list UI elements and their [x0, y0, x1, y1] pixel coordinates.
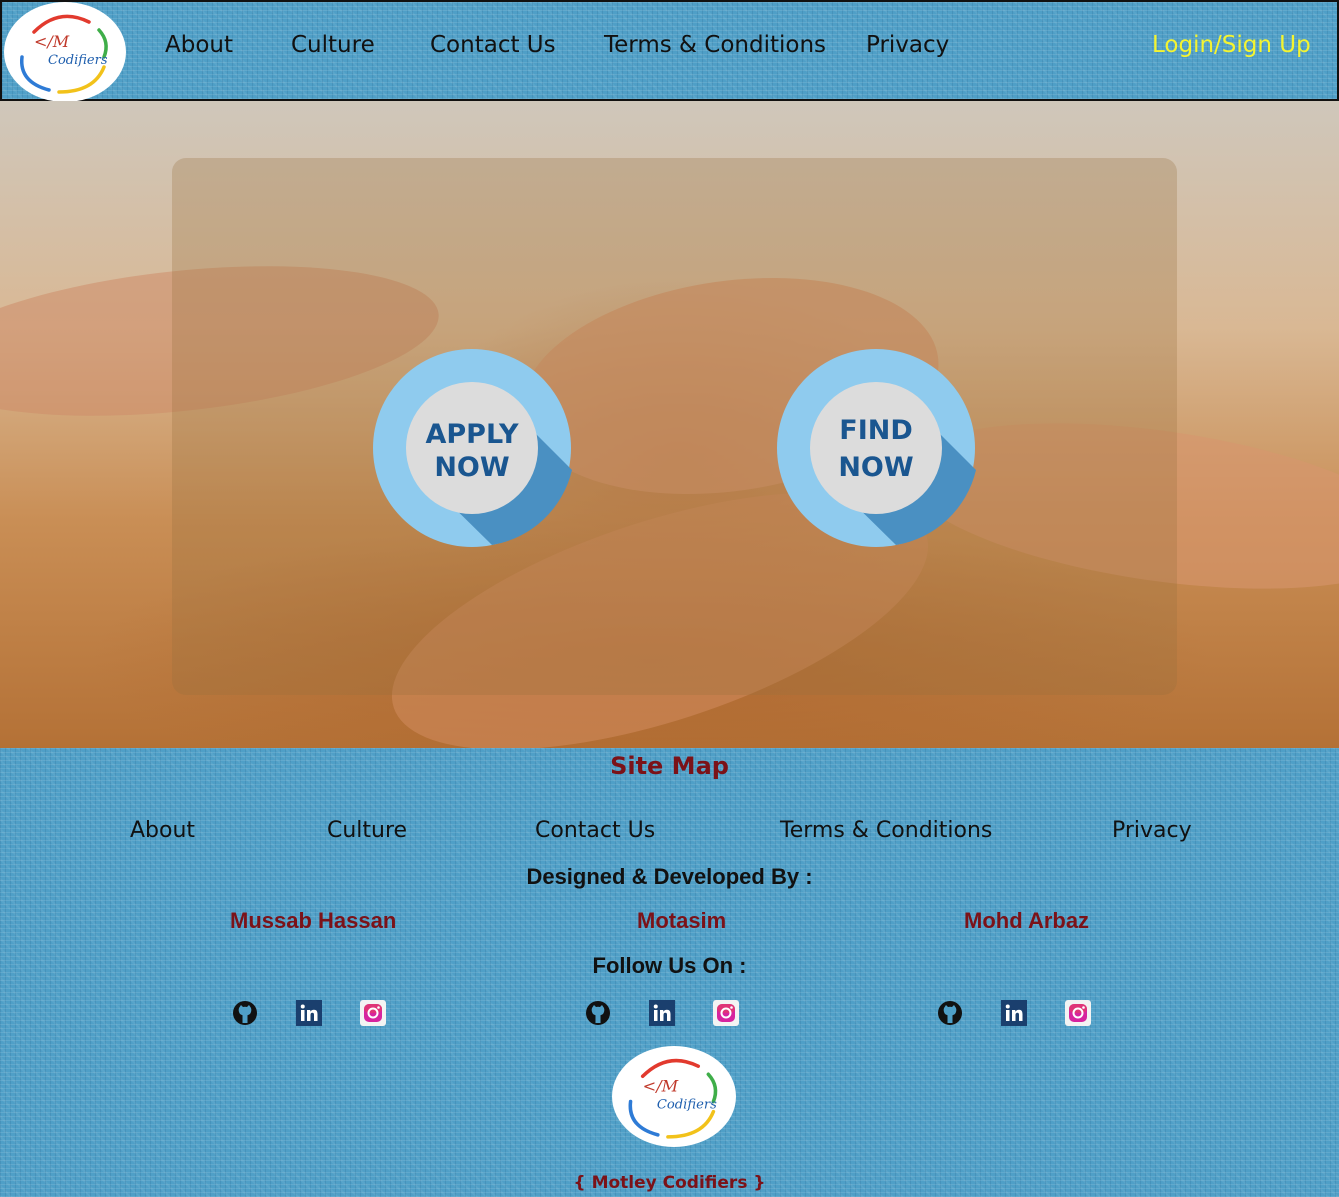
apply-now-line2: NOW — [434, 452, 510, 483]
instagram-icon[interactable] — [1063, 998, 1093, 1028]
sitemap-link-contact-us[interactable]: Contact Us — [535, 818, 655, 843]
sitemap-title: Site Map — [610, 752, 729, 780]
apply-now-line1: APPLY — [425, 419, 519, 450]
login-signup-link[interactable]: Login/Sign Up — [1152, 32, 1311, 58]
svg-text:Codifiers: Codifiers — [657, 1098, 717, 1113]
find-now-badge-icon — [777, 349, 976, 547]
find-now-button[interactable]: FIND NOW — [776, 348, 976, 548]
footer: Site Map About Culture Contact Us Terms … — [0, 748, 1339, 1197]
sitemap-link-culture[interactable]: Culture — [327, 818, 407, 843]
logo[interactable]: </M Codifiers — [4, 2, 126, 102]
linkedin-icon[interactable] — [647, 998, 677, 1028]
nav-privacy[interactable]: Privacy — [866, 32, 949, 58]
developer-name: Motasim — [637, 908, 727, 933]
linkedin-icon[interactable] — [999, 998, 1029, 1028]
find-now-line1: FIND — [839, 415, 913, 446]
navbar: </M Codifiers About Culture Contact Us T… — [0, 0, 1339, 102]
svg-text:</M: </M — [34, 32, 70, 51]
hero-overlay-panel — [172, 158, 1177, 695]
developer-name: Mohd Arbaz — [964, 908, 1090, 933]
github-icon[interactable] — [230, 998, 260, 1028]
instagram-icon[interactable] — [711, 998, 741, 1028]
svg-text:</M: </M — [643, 1076, 679, 1095]
github-icon[interactable] — [935, 998, 965, 1028]
sitemap-link-privacy[interactable]: Privacy — [1112, 818, 1192, 843]
logo-mark-icon: </M Codifiers — [615, 1049, 733, 1144]
sitemap-link-terms-conditions[interactable]: Terms & Conditions — [780, 818, 992, 843]
nav-terms-conditions[interactable]: Terms & Conditions — [604, 32, 826, 58]
svg-text:Codifiers: Codifiers — [48, 53, 108, 68]
footer-logo[interactable]: </M Codifiers — [612, 1046, 736, 1147]
find-now-line2: NOW — [838, 452, 914, 483]
brand-name: { Motley Codifiers } — [573, 1173, 766, 1193]
follow-us-heading: Follow Us On : — [592, 953, 747, 978]
nav-culture[interactable]: Culture — [291, 32, 375, 58]
instagram-icon[interactable] — [358, 998, 388, 1028]
sitemap-link-about[interactable]: About — [130, 818, 195, 843]
nav-about[interactable]: About — [165, 32, 233, 58]
github-icon[interactable] — [583, 998, 613, 1028]
logo-mark-icon: </M Codifiers — [7, 5, 123, 99]
hero-banner: APPLY NOW FIND NOW — [0, 101, 1339, 748]
designed-by-heading: Designed & Developed By : — [526, 864, 813, 889]
linkedin-icon[interactable] — [294, 998, 324, 1028]
developer-name: Mussab Hassan — [230, 908, 397, 933]
nav-contact-us[interactable]: Contact Us — [430, 32, 556, 58]
apply-now-button[interactable]: APPLY NOW — [372, 348, 572, 548]
